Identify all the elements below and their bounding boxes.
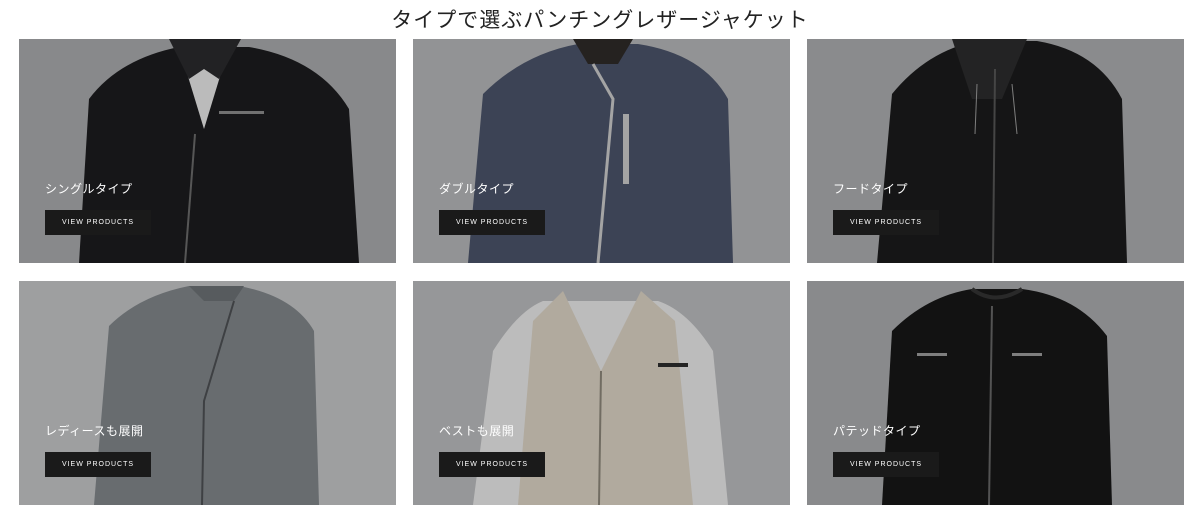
card-label: パテッドタイプ — [833, 424, 921, 438]
view-products-button[interactable]: VIEW PRODUCTS — [833, 210, 939, 235]
category-card-ladies[interactable]: レディースも展開 VIEW PRODUCTS — [19, 281, 396, 505]
view-products-button[interactable]: VIEW PRODUCTS — [833, 452, 939, 477]
view-products-button[interactable]: VIEW PRODUCTS — [45, 452, 151, 477]
card-label: フードタイプ — [833, 182, 909, 196]
category-card-padded[interactable]: パテッドタイプ VIEW PRODUCTS — [807, 281, 1184, 505]
card-label: ダブルタイプ — [439, 182, 515, 196]
category-card-double[interactable]: ダブルタイプ VIEW PRODUCTS — [413, 39, 790, 263]
view-products-button[interactable]: VIEW PRODUCTS — [439, 210, 545, 235]
card-label: ベストも展開 — [439, 424, 515, 438]
category-card-vest[interactable]: ベストも展開 VIEW PRODUCTS — [413, 281, 790, 505]
page-title: タイプで選ぶパンチングレザージャケット — [391, 8, 809, 32]
card-label: シングルタイプ — [45, 182, 133, 196]
category-card-single[interactable]: シングルタイプ VIEW PRODUCTS — [19, 39, 396, 263]
card-label: レディースも展開 — [45, 424, 144, 438]
view-products-button[interactable]: VIEW PRODUCTS — [45, 210, 151, 235]
category-card-hood[interactable]: フードタイプ VIEW PRODUCTS — [807, 39, 1184, 263]
category-grid: シングルタイプ VIEW PRODUCTS ダブルタイプ VIEW PRODUC… — [19, 39, 1184, 505]
page: タイプで選ぶパンチングレザージャケット シングルタイプ VIEW PRODUCT… — [0, 0, 1200, 521]
view-products-button[interactable]: VIEW PRODUCTS — [439, 452, 545, 477]
